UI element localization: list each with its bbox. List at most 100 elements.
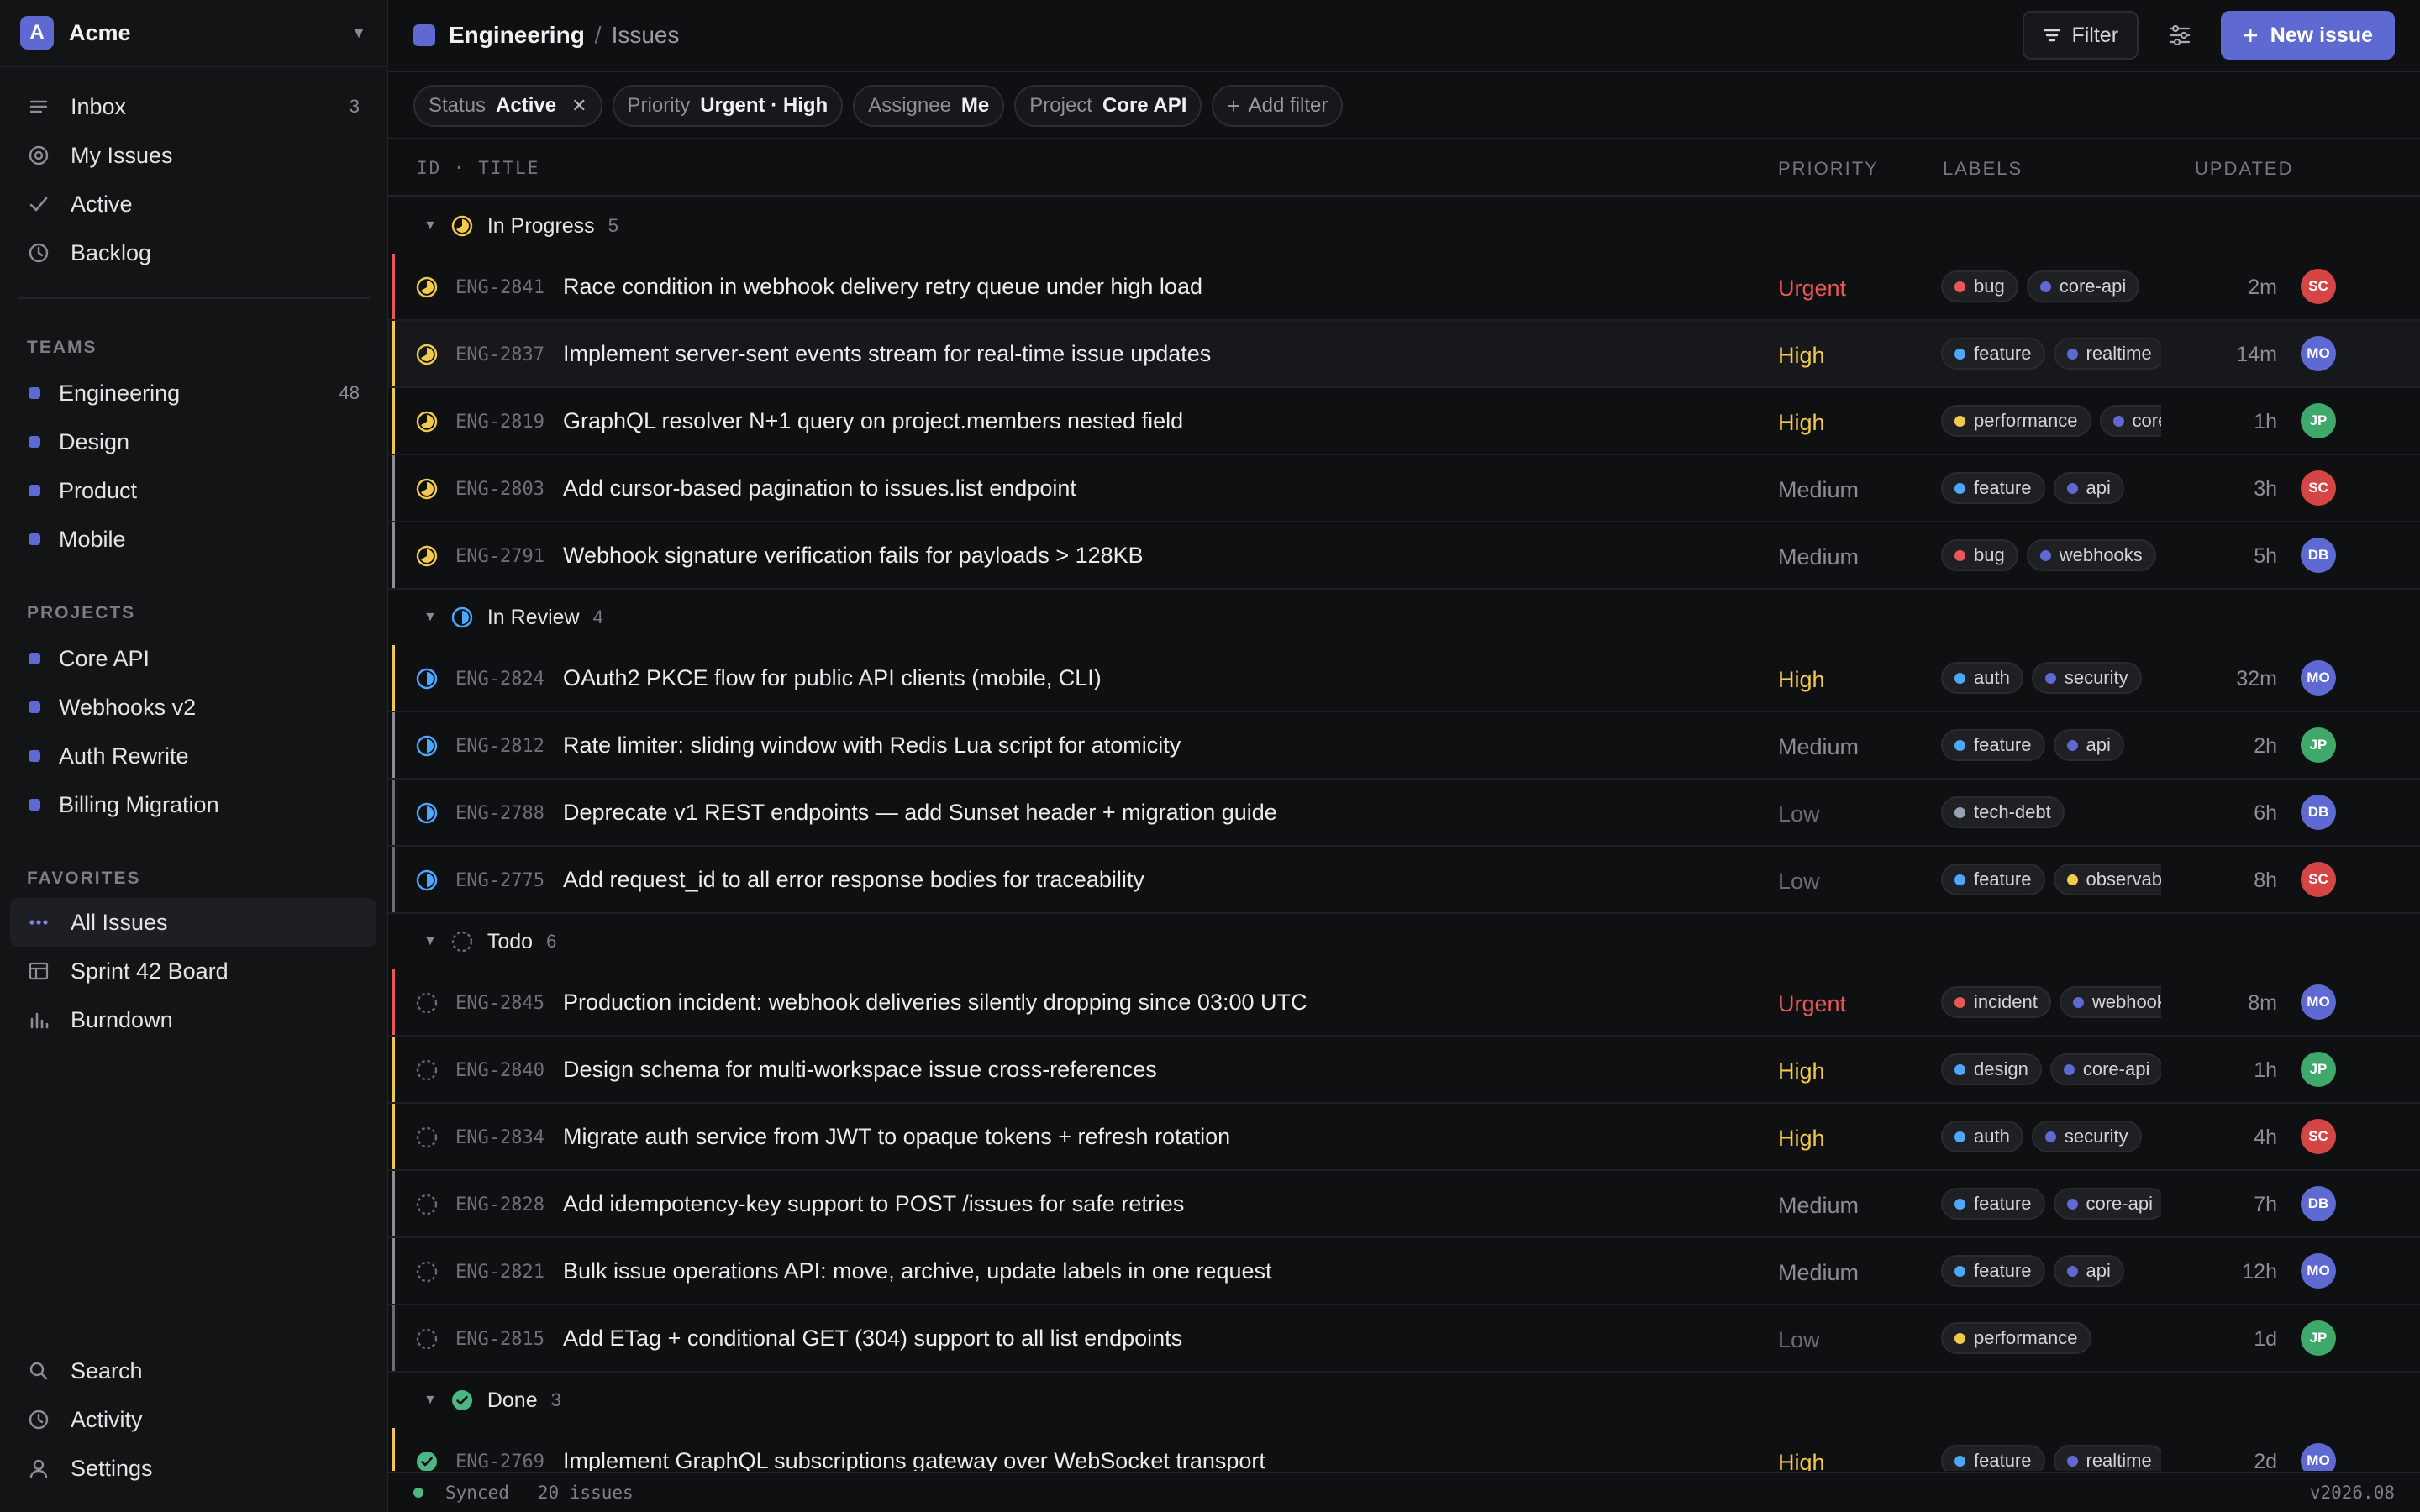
sidebar-item-active[interactable]: Active <box>10 180 376 228</box>
status-in-review-icon[interactable] <box>415 667 439 690</box>
status-done-icon[interactable] <box>415 1450 439 1471</box>
column-header-priority[interactable]: PRIORITY <box>1778 158 1879 180</box>
issue-priority[interactable]: Medium <box>1778 544 1859 570</box>
avatar[interactable]: JP <box>2301 727 2336 763</box>
label-chip[interactable]: realtime <box>2053 338 2161 370</box>
avatar[interactable]: JP <box>2301 403 2336 438</box>
label-chip[interactable]: feature <box>1941 1188 2045 1220</box>
issue-priority[interactable]: High <box>1778 1126 1825 1152</box>
issue-row[interactable]: ENG-2828 Add idempotency-key support to P… <box>388 1171 2420 1238</box>
column-header-id-title[interactable]: ID · TITLE <box>417 158 539 178</box>
status-todo-icon[interactable] <box>415 1327 439 1351</box>
sidebar-item-product[interactable]: Product <box>10 466 376 515</box>
issue-title[interactable]: Migrate auth service from JWT to opaque … <box>563 1124 1230 1150</box>
status-in-progress-icon[interactable] <box>415 276 439 299</box>
filter-chip-status[interactable]: Status Active ✕ <box>413 85 602 127</box>
issue-title[interactable]: Production incident: webhook deliveries … <box>563 990 1307 1016</box>
avatar[interactable]: DB <box>2301 538 2336 573</box>
group-header-in-review[interactable]: ▼ In Review 4 <box>388 590 2420 645</box>
status-todo-icon[interactable] <box>415 1126 439 1149</box>
label-chip[interactable]: core-api <box>2026 270 2140 302</box>
label-chip[interactable]: incident <box>1941 986 2051 1018</box>
issue-title[interactable]: Bulk issue operations API: move, archive… <box>563 1258 1272 1284</box>
label-chip[interactable]: webhooks <box>2026 539 2156 571</box>
issue-priority[interactable]: High <box>1778 667 1825 693</box>
sidebar-item-core-api[interactable]: Core API <box>10 634 376 683</box>
issue-priority[interactable]: Low <box>1778 1327 1820 1353</box>
filter-chip-priority[interactable]: Priority Urgent · High <box>612 85 844 127</box>
avatar[interactable]: SC <box>2301 470 2336 506</box>
issue-priority[interactable]: High <box>1778 410 1825 436</box>
display-options-button[interactable] <box>2155 11 2204 60</box>
filter-chip-project[interactable]: Project Core API <box>1014 85 1202 127</box>
issue-priority[interactable]: Low <box>1778 801 1820 827</box>
sidebar-item-mobile[interactable]: Mobile <box>10 515 376 564</box>
issue-row[interactable]: ENG-2791 Webhook signature verification f… <box>388 522 2420 590</box>
label-chip[interactable]: feature <box>1941 864 2045 895</box>
issue-row[interactable]: ENG-2769 Implement GraphQL subscriptions … <box>388 1428 2420 1471</box>
chevron-down-icon[interactable]: ▼ <box>424 218 437 234</box>
issue-priority[interactable]: Medium <box>1778 734 1859 760</box>
group-header-in-progress[interactable]: ▼ In Progress 5 <box>388 198 2420 254</box>
sidebar-item-my-issues[interactable]: My Issues <box>10 131 376 180</box>
issue-title[interactable]: Webhook signature verification fails for… <box>563 543 1144 569</box>
avatar[interactable]: MO <box>2301 660 2336 696</box>
status-in-progress-icon[interactable] <box>415 477 439 501</box>
chevron-down-icon[interactable]: ▼ <box>424 610 437 625</box>
label-chip[interactable]: core-api <box>2049 1053 2161 1085</box>
issue-priority[interactable]: High <box>1778 343 1825 369</box>
avatar[interactable]: DB <box>2301 1186 2336 1221</box>
issue-row[interactable]: ENG-2775 Add request_id to all error resp… <box>388 847 2420 914</box>
issue-title[interactable]: Add cursor-based pagination to issues.li… <box>563 475 1076 501</box>
avatar[interactable]: MO <box>2301 984 2336 1020</box>
label-chip[interactable]: webhooks <box>2059 986 2161 1018</box>
avatar[interactable]: MO <box>2301 336 2336 371</box>
sidebar-item-activity[interactable]: Activity <box>10 1395 376 1444</box>
issue-priority[interactable]: High <box>1778 1058 1825 1084</box>
sidebar-item-design[interactable]: Design <box>10 417 376 466</box>
issue-row[interactable]: ENG-2819 GraphQL resolver N+1 query on pr… <box>388 388 2420 455</box>
sidebar-item-webhooks-v2[interactable]: Webhooks v2 <box>10 683 376 732</box>
label-chip[interactable]: feature <box>1941 1445 2045 1471</box>
issue-priority[interactable]: Urgent <box>1778 991 1846 1017</box>
sidebar-item-all-issues[interactable]: All Issues <box>10 898 376 947</box>
issue-title[interactable]: Add idempotency-key support to POST /iss… <box>563 1191 1184 1217</box>
sidebar-item-search[interactable]: Search <box>10 1347 376 1395</box>
issue-title[interactable]: Implement GraphQL subscriptions gateway … <box>563 1448 1265 1471</box>
issue-row[interactable]: ENG-2840 Design schema for multi-workspac… <box>388 1037 2420 1104</box>
issue-row[interactable]: ENG-2841 Race condition in webhook delive… <box>388 254 2420 321</box>
label-chip[interactable]: feature <box>1941 472 2045 504</box>
group-header-todo[interactable]: ▼ Todo 6 <box>388 914 2420 969</box>
add-filter-button[interactable]: + Add filter <box>1212 85 1344 127</box>
label-chip[interactable]: core-api <box>2099 405 2161 437</box>
label-chip[interactable]: auth <box>1941 662 2023 694</box>
avatar[interactable]: MO <box>2301 1253 2336 1289</box>
chevron-down-icon[interactable]: ▼ <box>424 1393 437 1408</box>
avatar[interactable]: SC <box>2301 1119 2336 1154</box>
issue-title[interactable]: Rate limiter: sliding window with Redis … <box>563 732 1181 759</box>
issue-priority[interactable]: Medium <box>1778 1193 1859 1219</box>
issue-row[interactable]: ENG-2803 Add cursor-based pagination to i… <box>388 455 2420 522</box>
issue-title[interactable]: Add ETag + conditional GET (304) support… <box>563 1326 1182 1352</box>
sidebar-item-backlog[interactable]: Backlog <box>10 228 376 277</box>
issue-row[interactable]: ENG-2815 Add ETag + conditional GET (304)… <box>388 1305 2420 1373</box>
issue-title[interactable]: Implement server-sent events stream for … <box>563 341 1211 367</box>
issue-title[interactable]: GraphQL resolver N+1 query on project.me… <box>563 408 1183 434</box>
sidebar-item-engineering[interactable]: Engineering 48 <box>10 369 376 417</box>
label-chip[interactable]: tech-debt <box>1941 796 2065 828</box>
issue-row[interactable]: ENG-2788 Deprecate v1 REST endpoints — ad… <box>388 780 2420 847</box>
avatar[interactable]: SC <box>2301 269 2336 304</box>
sidebar-item-auth-rewrite[interactable]: Auth Rewrite <box>10 732 376 780</box>
column-header-labels[interactable]: LABELS <box>1943 158 2023 180</box>
issue-row[interactable]: ENG-2821 Bulk issue operations API: move,… <box>388 1238 2420 1305</box>
group-header-done[interactable]: ▼ Done 3 <box>388 1373 2420 1428</box>
new-issue-button[interactable]: + New issue <box>2221 11 2395 60</box>
status-in-review-icon[interactable] <box>415 801 439 825</box>
label-chip[interactable]: observability <box>2053 864 2161 895</box>
issue-priority[interactable]: Medium <box>1778 1260 1859 1286</box>
sidebar-item-billing-migration[interactable]: Billing Migration <box>10 780 376 829</box>
issue-row[interactable]: ENG-2824 OAuth2 PKCE flow for public API … <box>388 645 2420 712</box>
label-chip[interactable]: bug <box>1941 270 2018 302</box>
issue-title[interactable]: OAuth2 PKCE flow for public API clients … <box>563 665 1102 691</box>
issue-priority[interactable]: Low <box>1778 869 1820 895</box>
